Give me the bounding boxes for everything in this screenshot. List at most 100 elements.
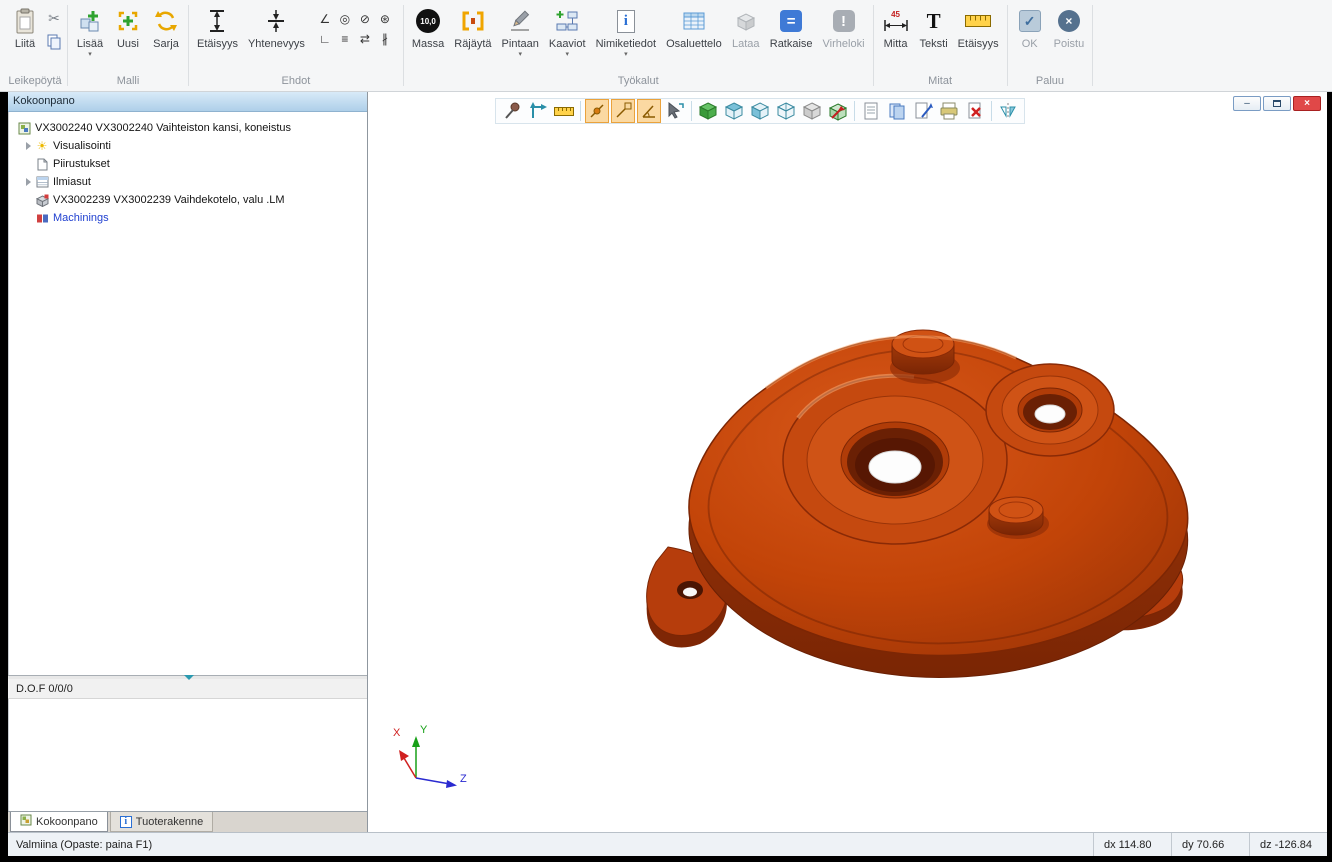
ribbon-separator bbox=[1007, 5, 1008, 86]
pin-icon[interactable] bbox=[500, 99, 524, 123]
new-button[interactable]: Uusi bbox=[109, 2, 147, 50]
chevron-down-icon: ▾ bbox=[565, 51, 569, 58]
scissors-icon: ✂ bbox=[48, 10, 60, 27]
tree-item-drawings[interactable]: Piirustukset bbox=[9, 155, 367, 173]
ribbon-separator bbox=[873, 5, 874, 86]
group-label-tools: Työkalut bbox=[407, 74, 870, 91]
snap-point-icon[interactable] bbox=[585, 99, 609, 123]
coincidence-button[interactable]: Yhtenevyys bbox=[243, 2, 310, 50]
text-icon: T bbox=[927, 9, 941, 34]
measure-button[interactable]: 45 Mitta bbox=[877, 2, 915, 50]
clipboard-icon bbox=[13, 6, 37, 36]
distance-constraint-button[interactable]: Etäisyys bbox=[192, 2, 243, 50]
solve-button[interactable]: = Ratkaise bbox=[765, 2, 818, 50]
central-boss[interactable] bbox=[783, 376, 1007, 544]
tree-item-appearances[interactable]: Ilmiasut bbox=[9, 173, 367, 191]
solve-label: Ratkaise bbox=[770, 38, 813, 50]
cube-front-face-icon[interactable] bbox=[748, 99, 772, 123]
mass-icon: 10,0 bbox=[416, 9, 440, 33]
panel-splitter[interactable] bbox=[8, 675, 367, 679]
print-icon[interactable] bbox=[937, 99, 961, 123]
add-label: Lisää bbox=[77, 38, 103, 50]
to-surface-button[interactable]: Pintaan ▾ bbox=[497, 2, 544, 58]
mirror-icon[interactable] bbox=[996, 99, 1020, 123]
ribbon-separator bbox=[67, 5, 68, 86]
exit-button[interactable]: × Poistu bbox=[1049, 2, 1090, 50]
error-log-button[interactable]: ! Virheloki bbox=[818, 2, 870, 50]
select-filter-icon[interactable] bbox=[663, 99, 687, 123]
swap-constraint-icon[interactable]: ⇄ bbox=[356, 30, 374, 48]
cut-button[interactable]: ✂ bbox=[44, 8, 64, 28]
upper-right-boss[interactable] bbox=[986, 364, 1114, 456]
paste-label: Liitä bbox=[15, 38, 35, 50]
solve-icon: = bbox=[780, 10, 802, 32]
add-button[interactable]: Lisää ▾ bbox=[71, 2, 109, 58]
tangent-constraint-icon[interactable]: ⊘ bbox=[356, 10, 374, 28]
cube-solid-icon[interactable] bbox=[696, 99, 720, 123]
tab-assembly[interactable]: Kokoonpano bbox=[10, 812, 108, 832]
parallel-constraint-icon[interactable]: ≡ bbox=[336, 30, 354, 48]
cube-transparent-icon[interactable] bbox=[774, 99, 798, 123]
viewport-3d[interactable]: – × X Y Z bbox=[368, 92, 1327, 832]
assembly-tree[interactable]: VX3002240 VX3002240 Vaihteiston kansi, k… bbox=[8, 112, 367, 675]
cube-gray-icon[interactable] bbox=[800, 99, 824, 123]
distance-dim-button[interactable]: Etäisyys bbox=[953, 2, 1004, 50]
tree-item-label: Ilmiasut bbox=[53, 176, 91, 188]
chevron-down-icon: ▾ bbox=[518, 51, 522, 58]
series-button[interactable]: Sarja bbox=[147, 2, 185, 50]
minimize-button[interactable]: – bbox=[1233, 96, 1261, 111]
tree-item-machinings[interactable]: Machinings bbox=[9, 209, 367, 227]
close-button[interactable]: × bbox=[1293, 96, 1321, 111]
chevron-down-icon: ▾ bbox=[624, 51, 628, 58]
copy-button[interactable] bbox=[44, 32, 64, 52]
new-label: Uusi bbox=[117, 38, 139, 50]
load-label: Lataa bbox=[732, 38, 760, 50]
cube-iso-arrow-icon[interactable] bbox=[826, 99, 850, 123]
machining-icon bbox=[34, 212, 50, 225]
tree-item-visualization[interactable]: ☀ Visualisointi bbox=[9, 137, 367, 155]
snap-angle-icon[interactable] bbox=[637, 99, 661, 123]
sheets-icon[interactable] bbox=[885, 99, 909, 123]
symmetry-constraint-icon[interactable]: ⊛ bbox=[376, 10, 394, 28]
sheet-delete-icon[interactable] bbox=[963, 99, 987, 123]
ruler-icon[interactable] bbox=[552, 99, 576, 123]
viewport-toolbar bbox=[495, 98, 1025, 124]
tree-item-part[interactable]: VX3002239 VX3002239 Vaihdekotelo, valu .… bbox=[9, 191, 367, 209]
ribbon-group-clipboard: Liitä ✂ Leikepöytä bbox=[4, 0, 66, 91]
angle-constraint-icon[interactable]: ∠ bbox=[316, 10, 334, 28]
item-data-button[interactable]: i Nimiketiedot ▾ bbox=[591, 2, 662, 58]
tab-product-structure[interactable]: i Tuoterakenne bbox=[110, 812, 213, 832]
constraint-grid: ∠ ◎ ⊘ ⊛ ∟ ≡ ⇄ ∦ bbox=[316, 10, 394, 48]
mass-label: Massa bbox=[412, 38, 444, 50]
expand-arrow-icon[interactable] bbox=[23, 142, 34, 150]
parts-list-button[interactable]: Osaluettelo bbox=[661, 2, 727, 50]
unparallel-constraint-icon[interactable]: ∦ bbox=[376, 30, 394, 48]
text-button[interactable]: T Teksti bbox=[915, 2, 953, 50]
concentric-constraint-icon[interactable]: ◎ bbox=[336, 10, 354, 28]
tree-item-root[interactable]: VX3002240 VX3002240 Vaihteiston kansi, k… bbox=[9, 119, 367, 137]
new-icon bbox=[116, 6, 140, 36]
ribbon-group-return: ✓ OK × Poistu Paluu bbox=[1009, 0, 1092, 91]
explode-button[interactable]: Räjäytä bbox=[449, 2, 496, 50]
sheet-list-icon[interactable] bbox=[859, 99, 883, 123]
distance-dim-label: Etäisyys bbox=[958, 38, 999, 50]
ribbon-group-model: Lisää ▾ Uusi Sarja Malli bbox=[69, 0, 187, 91]
part-model[interactable] bbox=[368, 92, 1326, 832]
splitter-handle-icon[interactable] bbox=[184, 675, 194, 680]
exit-label: Poistu bbox=[1054, 38, 1085, 50]
group-label-return: Paluu bbox=[1011, 74, 1090, 91]
maximize-button[interactable] bbox=[1263, 96, 1291, 111]
fit-view-icon[interactable] bbox=[526, 99, 550, 123]
mass-button[interactable]: 10,0 Massa bbox=[407, 2, 449, 50]
ok-button[interactable]: ✓ OK bbox=[1011, 2, 1049, 50]
sheet-edit-icon[interactable] bbox=[911, 99, 935, 123]
expand-arrow-icon[interactable] bbox=[23, 178, 34, 186]
small-stub[interactable] bbox=[987, 497, 1049, 539]
snap-midpoint-icon[interactable] bbox=[611, 99, 635, 123]
load-button[interactable]: Lataa bbox=[727, 2, 765, 50]
diagrams-button[interactable]: Kaaviot ▾ bbox=[544, 2, 591, 58]
paste-button[interactable]: Liitä bbox=[6, 2, 44, 50]
cube-top-face-icon[interactable] bbox=[722, 99, 746, 123]
status-dx: dx 114.80 bbox=[1093, 833, 1171, 856]
perpendicular-constraint-icon[interactable]: ∟ bbox=[316, 30, 334, 48]
